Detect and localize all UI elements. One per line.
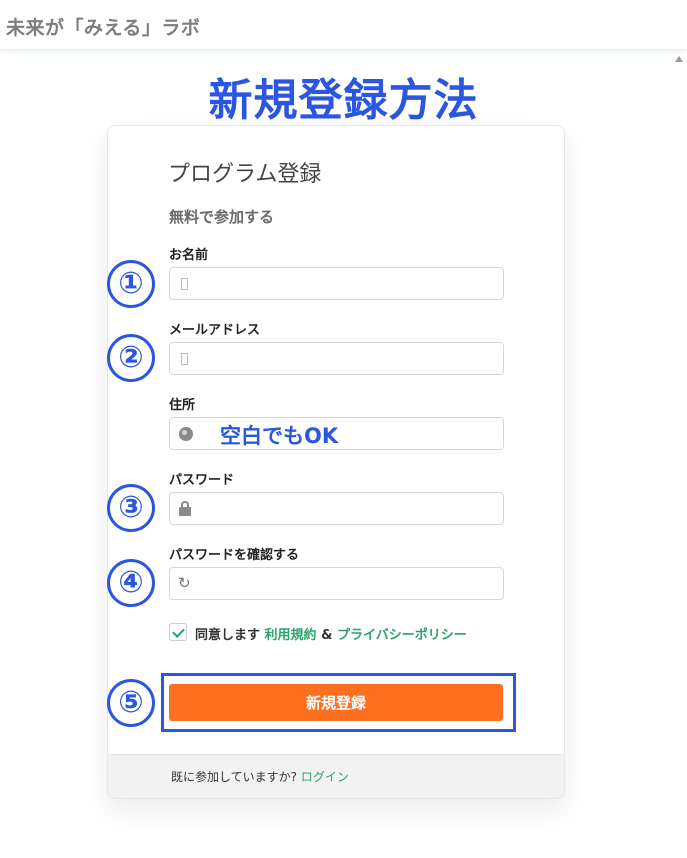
site-title[interactable]: 未来が「みえる」ラボ: [6, 13, 200, 40]
email-label: メールアドレス: [169, 323, 261, 338]
amp-separator: &: [321, 628, 333, 643]
address-optional-note: 空白でもOK: [220, 424, 339, 448]
user-icon: [181, 278, 188, 290]
step-number-1: ①: [107, 260, 155, 308]
lock-body: [179, 507, 191, 516]
refresh-icon: ↻: [178, 574, 191, 592]
password-input[interactable]: [169, 492, 504, 525]
agree-text: 同意します 利用規約 & プライバシーポリシー: [195, 624, 467, 643]
step-number-3: ③: [107, 484, 155, 532]
step-number-2: ②: [107, 334, 155, 382]
password-label: パスワード: [169, 473, 235, 488]
password-confirm-input[interactable]: ↻: [169, 567, 504, 600]
register-button[interactable]: 新規登録: [169, 684, 503, 721]
login-link[interactable]: ログイン: [301, 770, 349, 784]
footer-text: 既に参加していますか? ログイン: [171, 768, 349, 785]
name-label: お名前: [169, 248, 209, 263]
email-input[interactable]: [169, 342, 504, 375]
password-confirm-label: パスワードを確認する: [169, 548, 300, 563]
form-title: プログラム登録: [168, 162, 322, 187]
agree-checkbox[interactable]: [169, 623, 187, 641]
page-heading: 新規登録方法: [208, 75, 479, 126]
address-label: 住所: [169, 398, 196, 413]
step-number-5: ⑤: [107, 679, 155, 727]
agree-prefix: 同意します: [195, 628, 261, 643]
globe-icon: [179, 427, 193, 441]
terms-link[interactable]: 利用規約: [265, 628, 317, 643]
form-subtitle: 無料で参加する: [169, 208, 275, 226]
card-footer: 既に参加していますか? ログイン: [108, 754, 564, 798]
scroll-up-arrow-icon[interactable]: [675, 56, 683, 62]
step-number-4: ④: [107, 559, 155, 607]
envelope-icon: [181, 353, 188, 365]
privacy-link[interactable]: プライバシーポリシー: [337, 628, 467, 643]
already-member-text: 既に参加していますか?: [171, 770, 298, 784]
top-bar: 未来が「みえる」ラボ: [0, 0, 687, 50]
name-input[interactable]: [169, 267, 504, 300]
